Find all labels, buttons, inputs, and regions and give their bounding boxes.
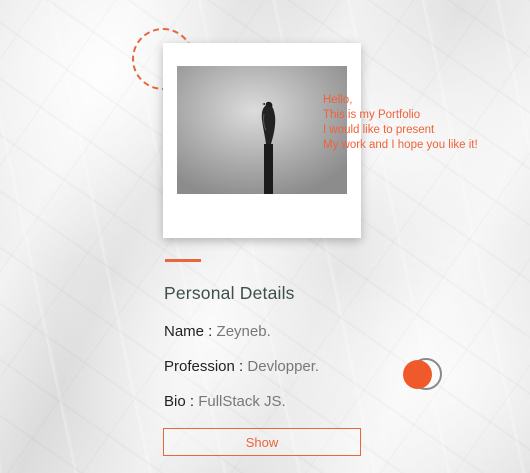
- toggle-icon: [403, 360, 432, 389]
- greeting-line: This is my Portfolio: [323, 109, 421, 121]
- detail-bio-label: Bio :: [164, 393, 195, 410]
- detail-name-label: Name :: [164, 323, 213, 340]
- greeting-line: I would like to present: [323, 124, 435, 136]
- section-title: Personal Details: [164, 283, 295, 303]
- greeting-line: Hello,: [323, 94, 353, 106]
- detail-bio-value: FullStack JS.: [198, 393, 286, 410]
- profile-photo: [177, 66, 347, 194]
- greeting-text: Hello, This is my Portfolio I would like…: [323, 93, 528, 153]
- detail-profession-label: Profession :: [164, 358, 244, 375]
- bird-on-post-image: [177, 66, 347, 194]
- detail-name: Name : Zeyneb.: [164, 323, 271, 340]
- detail-profession: Profession : Devlopper.: [164, 358, 319, 375]
- detail-bio: Bio : FullStack JS.: [164, 393, 286, 410]
- accent-divider: [165, 259, 201, 262]
- theme-toggle[interactable]: [402, 357, 442, 391]
- show-button[interactable]: Show: [163, 428, 361, 456]
- greeting-line: My work and I hope you like it!: [323, 139, 478, 151]
- detail-name-value: Zeyneb.: [216, 323, 271, 340]
- detail-profession-value: Devlopper.: [247, 358, 320, 375]
